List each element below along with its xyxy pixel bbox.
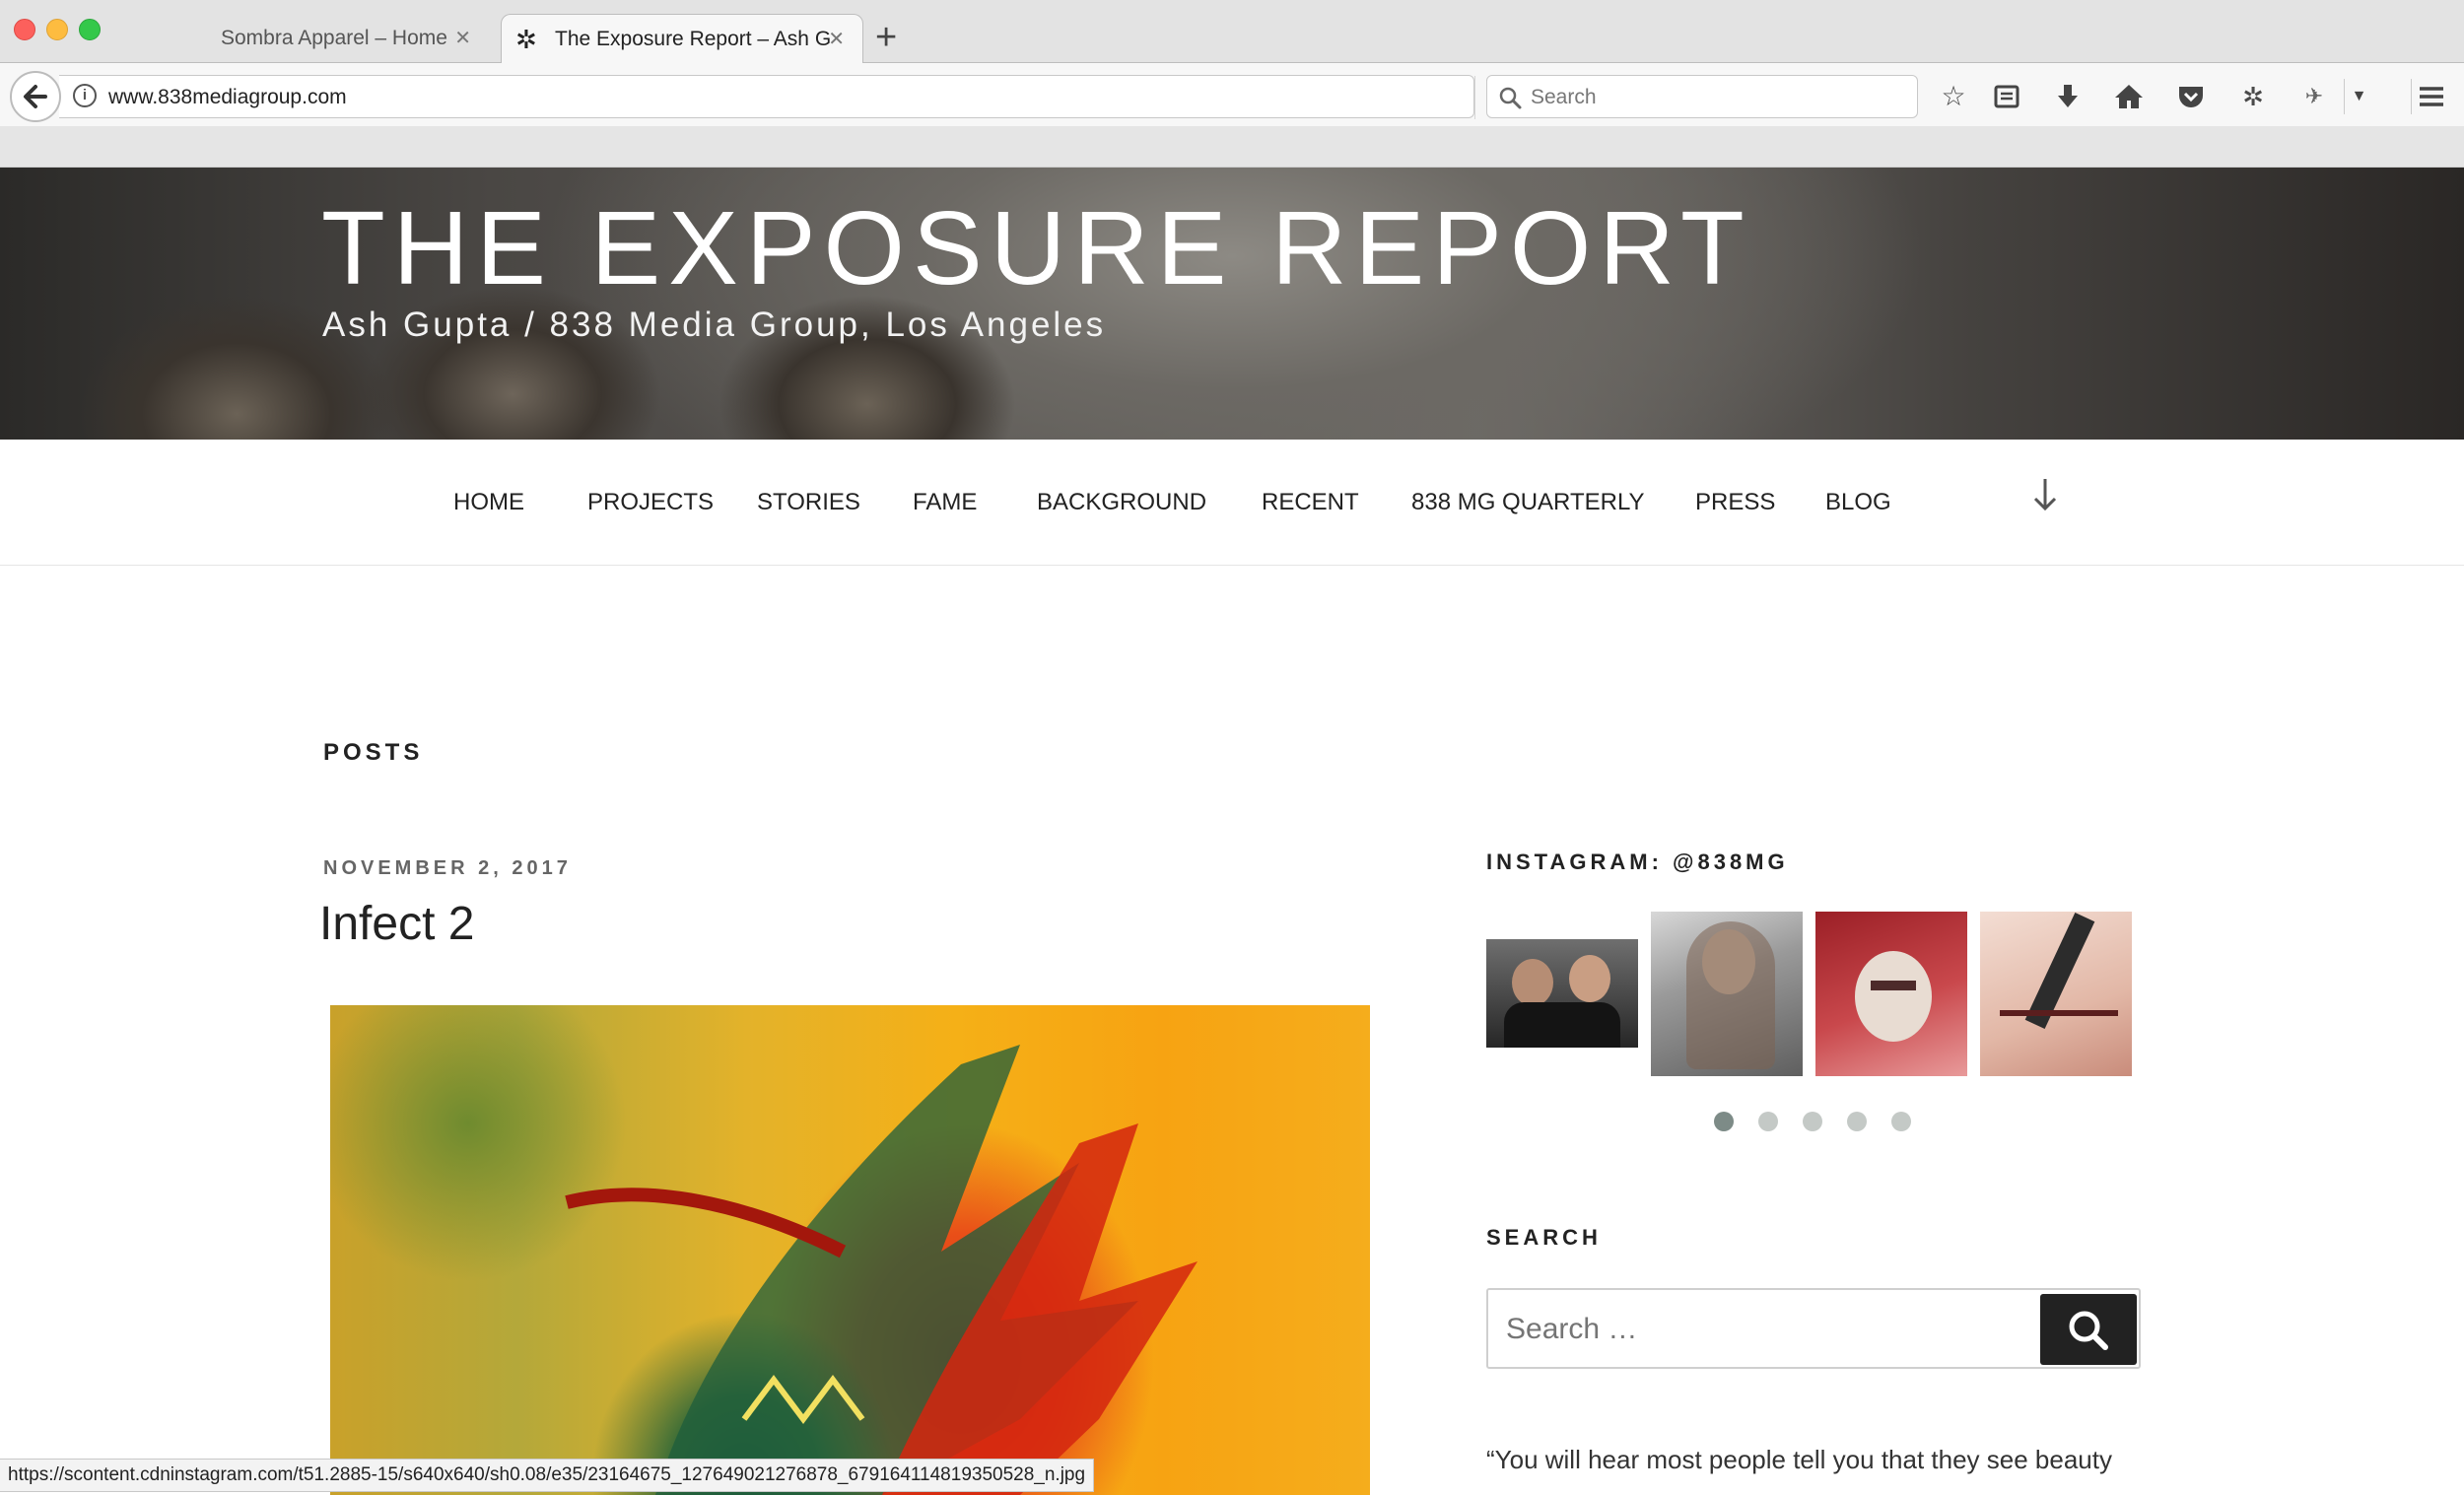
browser-toolbar: i www.838mediagroup.com Search ☆ ✲ ✈ ▼ <box>0 63 2464 126</box>
post-title[interactable]: Infect 2 <box>319 897 474 951</box>
close-window-button[interactable] <box>14 19 35 40</box>
search-icon <box>2069 1311 2108 1350</box>
instagram-photo-4[interactable] <box>1980 912 2132 1076</box>
site-navigation: HOME PROJECTS STORIES FAME BACKGROUND RE… <box>0 440 2464 566</box>
close-tab-icon[interactable]: ✕ <box>828 15 845 63</box>
extension-icon[interactable]: ✲ <box>2235 79 2271 114</box>
back-arrow-icon <box>24 85 47 108</box>
minimize-window-button[interactable] <box>46 19 68 40</box>
pocket-icon[interactable] <box>2173 79 2209 114</box>
home-icon[interactable] <box>2111 79 2147 114</box>
reader-list-icon[interactable] <box>1989 79 2024 114</box>
carousel-dot-5[interactable] <box>1891 1112 1911 1131</box>
url-text: www.838mediagroup.com <box>108 86 347 108</box>
carousel-dot-4[interactable] <box>1847 1112 1867 1131</box>
nav-background[interactable]: BACKGROUND <box>1037 489 1206 516</box>
header-banner: THE EXPOSURE REPORT Ash Gupta / 838 Medi… <box>0 168 2464 440</box>
search-submit-button[interactable] <box>2040 1294 2137 1365</box>
new-tab-button[interactable]: + <box>875 18 897 57</box>
scroll-down-arrow-icon[interactable] <box>2030 475 2060 524</box>
nav-home[interactable]: HOME <box>453 489 524 516</box>
search-input[interactable] <box>1506 1308 2019 1351</box>
close-tab-icon[interactable]: ✕ <box>454 14 471 63</box>
site-tagline: Ash Gupta / 838 Media Group, Los Angeles <box>322 306 1107 344</box>
hamburger-menu-icon[interactable] <box>2411 79 2450 114</box>
nav-stories[interactable]: STORIES <box>757 489 860 516</box>
tab-exposure-report[interactable]: ✲ The Exposure Report – Ash G ✕ <box>501 14 863 63</box>
post-date[interactable]: NOVEMBER 2, 2017 <box>323 857 572 880</box>
browser-search-field[interactable]: Search <box>1486 75 1918 118</box>
instagram-photo-3[interactable] <box>1815 912 1967 1076</box>
toolbar-spacer <box>0 126 2464 168</box>
search-heading: SEARCH <box>1486 1225 1602 1250</box>
nav-fame[interactable]: FAME <box>913 489 977 516</box>
link-status-bar: https://scontent.cdninstagram.com/t51.28… <box>0 1459 1095 1492</box>
instagram-heading: INSTAGRAM: @838MG <box>1486 849 1789 874</box>
carousel-dot-1[interactable] <box>1714 1112 1734 1131</box>
site-title[interactable]: THE EXPOSURE REPORT <box>321 189 1752 308</box>
extension-bug-icon[interactable]: ✈ <box>2296 79 2332 114</box>
browser-tab-strip: Sombra Apparel – Home ✕ ✲ The Exposure R… <box>0 0 2464 63</box>
overflow-chevron-icon[interactable]: ▼ <box>2344 79 2373 114</box>
tab-label: The Exposure Report – Ash G <box>555 28 832 50</box>
post-featured-image[interactable] <box>330 1005 1370 1495</box>
nav-recent[interactable]: RECENT <box>1262 489 1359 516</box>
nav-838-mg-quarterly[interactable]: 838 MG QUARTERLY <box>1411 489 1645 516</box>
posts-heading: POSTS <box>323 739 424 766</box>
carousel-dot-3[interactable] <box>1803 1112 1822 1131</box>
tab-sombra-apparel[interactable]: Sombra Apparel – Home ✕ <box>193 14 489 63</box>
back-button[interactable] <box>10 71 61 122</box>
downloads-icon[interactable] <box>2050 79 2086 114</box>
site-info-icon[interactable]: i <box>73 84 97 107</box>
tab-label: Sombra Apparel – Home <box>221 27 447 49</box>
sidebar-quote: “You will hear most people tell you that… <box>1486 1445 2112 1474</box>
carousel-dot-2[interactable] <box>1758 1112 1778 1131</box>
nav-blog[interactable]: BLOG <box>1825 489 1891 516</box>
bookmark-star-icon[interactable]: ☆ <box>1936 79 1971 114</box>
instagram-photo-2[interactable] <box>1651 912 1803 1076</box>
maximize-window-button[interactable] <box>79 19 101 40</box>
nav-projects[interactable]: PROJECTS <box>587 489 714 516</box>
site-favicon-icon: ✲ <box>515 25 537 54</box>
url-bar[interactable]: i www.838mediagroup.com <box>59 75 1512 119</box>
nav-press[interactable]: PRESS <box>1695 489 1775 516</box>
search-placeholder: Search <box>1531 86 1597 108</box>
search-icon <box>1499 87 1522 109</box>
sidebar-search-form <box>1486 1288 2141 1369</box>
instagram-photo-1[interactable] <box>1486 912 1638 1076</box>
